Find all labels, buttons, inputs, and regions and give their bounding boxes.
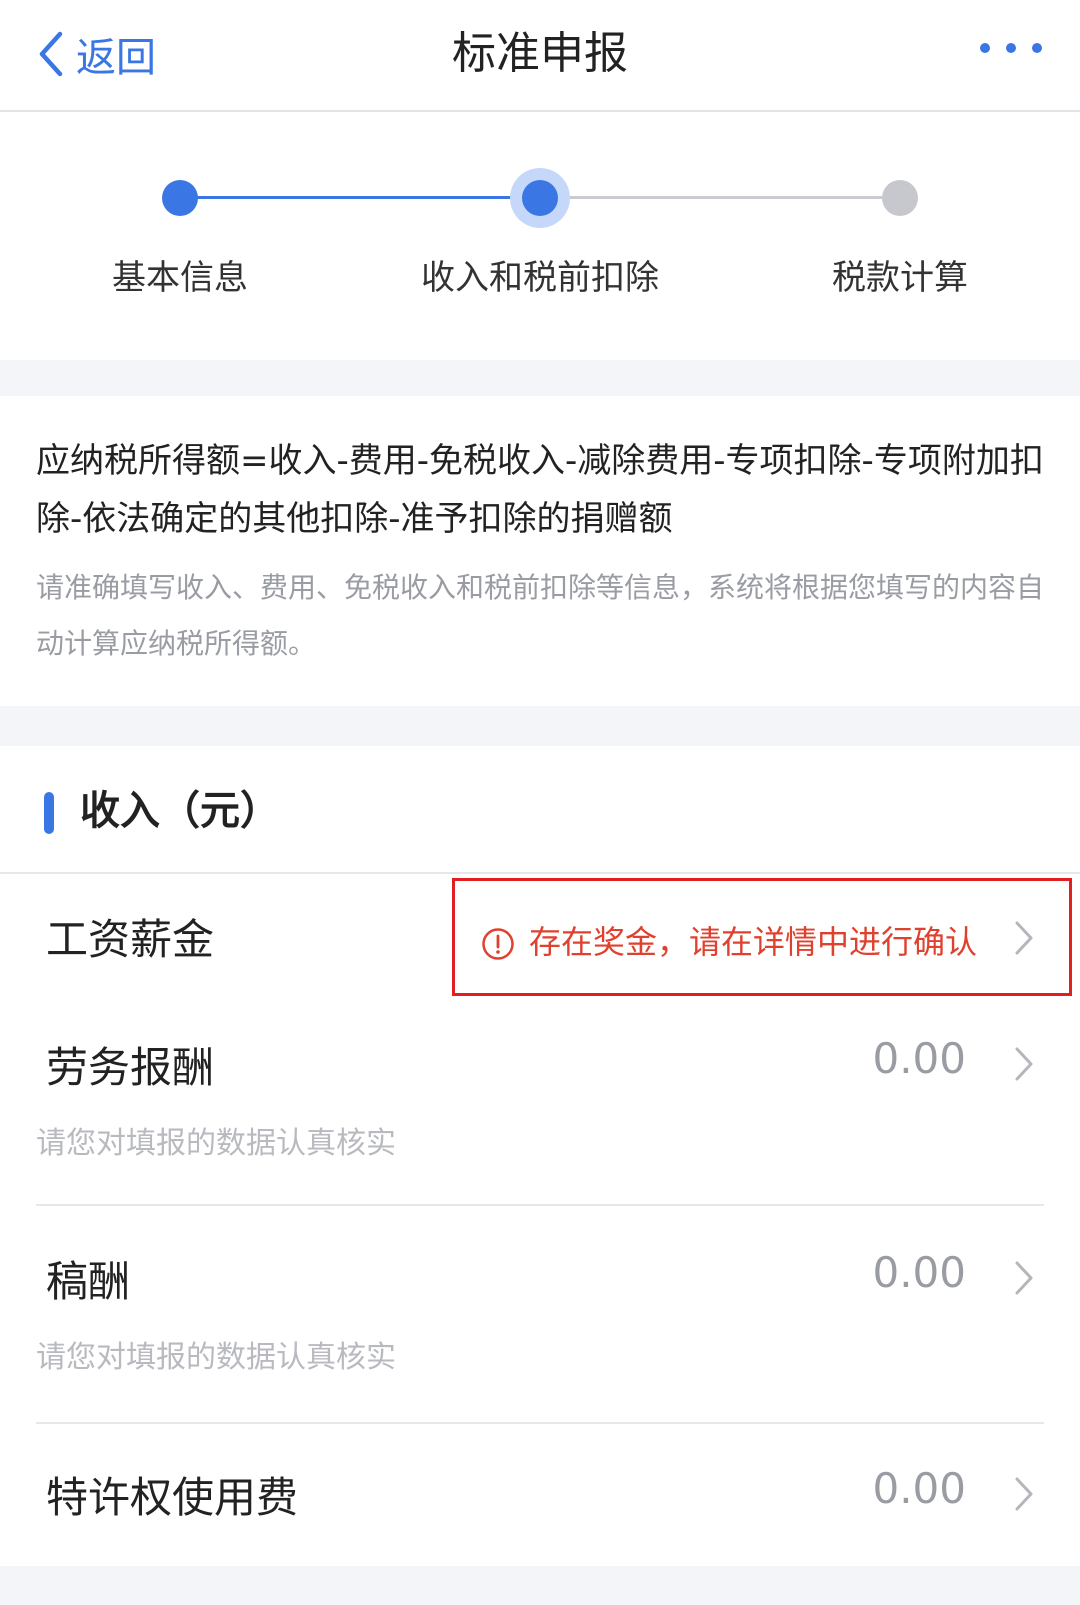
income-section-header: 收入（元） <box>0 746 1080 874</box>
income-section: 收入（元） 工资薪金 存在奖金，请在详情中进行确认 劳务报酬 0.00 请您对填… <box>0 746 1080 1566</box>
income-row-labor-remuneration[interactable]: 劳务报酬 0.00 请您对填报的数据认真核实 <box>0 998 1080 1208</box>
formula-text: 应纳税所得额=收入-费用-免税收入-减除费用-专项扣除-专项附加扣除-依法确定的… <box>36 441 1044 539</box>
chevron-right-icon <box>1015 1261 1033 1295</box>
chevron-right-icon <box>1015 921 1033 955</box>
row-value-royalty: 0.00 <box>872 1248 966 1297</box>
progress-stepper: 基本信息 收入和税前扣除 税款计算 <box>0 112 1080 360</box>
section-title: 收入（元） <box>80 788 280 834</box>
step-label-basic-info: 基本信息 <box>112 258 248 298</box>
row-divider <box>36 1204 1044 1206</box>
row-label-labor: 劳务报酬 <box>46 1043 215 1092</box>
income-row-author-remuneration[interactable]: 稿酬 0.00 请您对填报的数据认真核实 <box>0 1208 1080 1424</box>
salary-warning-text: 存在奖金，请在详情中进行确认 <box>529 923 978 961</box>
row-label-franchise: 特许权使用费 <box>46 1473 299 1522</box>
nav-bar: 返回 标准申报 <box>0 0 1080 112</box>
page-title: 标准申报 <box>452 28 628 79</box>
exclamation-circle-icon <box>482 928 514 960</box>
section-accent-bar <box>44 792 54 834</box>
row-label-salary: 工资薪金 <box>46 915 215 964</box>
income-row-salary[interactable]: 工资薪金 存在奖金，请在详情中进行确认 <box>0 874 1080 998</box>
chevron-right-icon <box>1015 1047 1033 1081</box>
step-label-tax-calculation: 税款计算 <box>832 258 968 298</box>
salary-warning-box[interactable]: 存在奖金，请在详情中进行确认 <box>452 878 1072 996</box>
step-dot-income-deduction <box>522 180 558 216</box>
step-label-income-deduction: 收入和税前扣除 <box>421 258 659 298</box>
step-connector-done <box>180 196 540 199</box>
more-dots-icon <box>980 43 990 53</box>
formula-note: 请准确填写收入、费用、免税收入和税前扣除等信息，系统将根据您填写的内容自动计算应… <box>36 571 1045 660</box>
income-row-franchise-fee[interactable]: 特许权使用费 0.00 <box>0 1424 1080 1548</box>
chevron-right-icon <box>1015 1477 1033 1511</box>
row-label-royalty: 稿酬 <box>46 1257 131 1306</box>
step-dot-basic-info <box>162 180 198 216</box>
row-value-labor: 0.00 <box>872 1034 966 1083</box>
step-dot-tax-calculation <box>882 180 918 216</box>
row-hint-royalty: 请您对填报的数据认真核实 <box>36 1340 396 1375</box>
formula-card: 应纳税所得额=收入-费用-免税收入-减除费用-专项扣除-专项附加扣除-依法确定的… <box>0 396 1080 706</box>
row-value-franchise: 0.00 <box>872 1464 966 1513</box>
row-hint-labor: 请您对填报的数据认真核实 <box>36 1126 396 1161</box>
more-options-button[interactable] <box>980 34 1042 62</box>
step-connector-todo <box>540 196 900 199</box>
